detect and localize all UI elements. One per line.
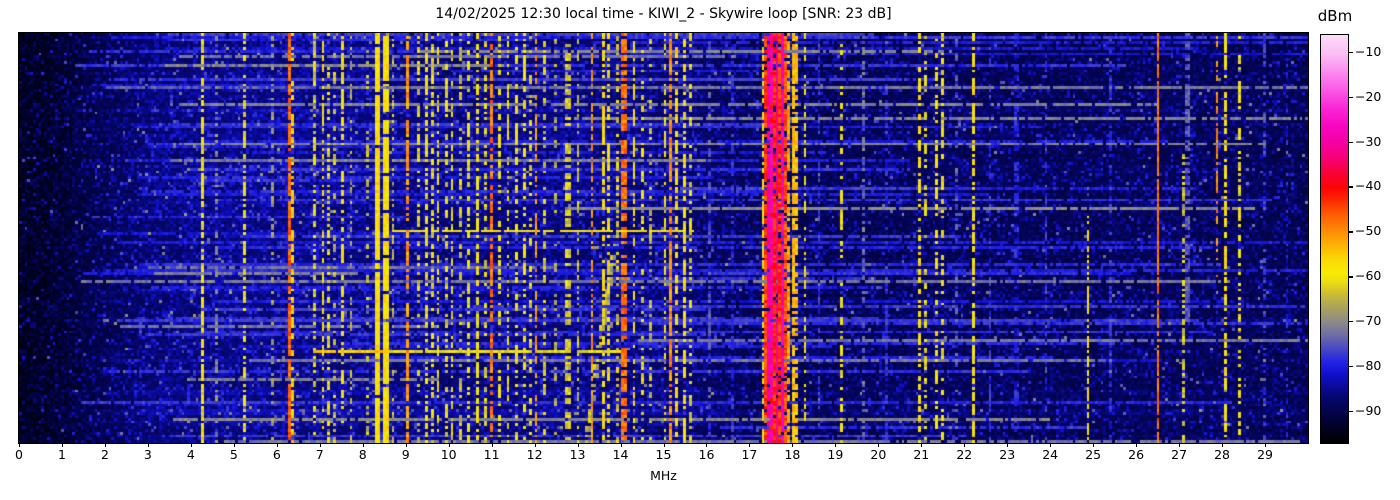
x-tick-label: 5 [229,447,238,462]
x-tick-label: 26 [1128,447,1145,462]
chart-title: 14/02/2025 12:30 local time - KIWI_2 - S… [435,6,892,22]
x-tick-label: 29 [1257,447,1273,462]
colorbar-tick-label: −40 [1355,178,1382,194]
x-tick-label: 4 [186,447,195,462]
colorbar-tick-mark [1348,141,1353,143]
x-tick-label: 10 [440,447,457,462]
spectrogram-figure: 14/02/2025 12:30 local time - KIWI_2 - S… [0,0,1400,500]
x-tick-label: 25 [1085,447,1102,462]
colorbar-tick-label: −90 [1355,402,1382,418]
colorbar-title: dBm [1317,7,1353,25]
spectrogram-canvas [19,33,1308,443]
x-axis-label: MHz [650,468,677,483]
x-tick-label: 22 [956,447,973,462]
x-tick-label: 9 [401,447,410,462]
x-tick-label: 15 [655,447,672,462]
colorbar-tick-label: −30 [1355,133,1382,149]
x-tick-label: 13 [569,447,586,462]
x-tick-label: 17 [741,447,758,462]
colorbar-tick-label: −50 [1355,223,1382,239]
x-tick-label: 6 [272,447,281,462]
colorbar-tick-label: −20 [1355,88,1382,104]
x-tick-label: 21 [913,447,930,462]
colorbar-tick-mark [1348,231,1353,233]
colorbar-tick-mark [1348,276,1353,278]
colorbar [1320,34,1349,444]
x-tick-label: 12 [526,447,543,462]
colorbar-tick-label: −60 [1355,268,1382,284]
x-tick-label: 23 [999,447,1016,462]
colorbar-tick-mark [1348,96,1353,99]
colorbar-tick-label: −70 [1355,312,1382,328]
x-tick-label: 20 [870,447,887,462]
colorbar-gradient [1321,35,1348,443]
x-tick-label: 27 [1171,447,1188,462]
x-tick-label: 3 [143,447,152,462]
colorbar-tick-mark [1348,320,1353,323]
x-tick-label: 16 [698,447,715,462]
x-tick-label: 11 [483,447,500,462]
colorbar-tick-mark [1348,365,1353,368]
colorbar-tick-label: −10 [1355,43,1382,59]
x-tick-label: 2 [100,447,109,462]
x-tick-label: 19 [827,447,844,462]
colorbar-tick-mark [1348,186,1353,188]
x-tick-label: 18 [784,447,801,462]
x-tick-label: 24 [1042,447,1059,462]
plot-area [18,32,1309,444]
x-tick-label: 28 [1214,447,1231,462]
x-tick-label: 0 [15,447,23,462]
x-tick-label: 1 [57,447,66,462]
colorbar-tick-mark [1348,410,1353,412]
x-tick-label: 7 [315,447,324,462]
colorbar-tick-mark [1348,51,1353,54]
x-tick-label: 8 [358,447,367,462]
x-tick-label: 14 [612,447,629,462]
colorbar-tick-label: −80 [1355,357,1382,373]
